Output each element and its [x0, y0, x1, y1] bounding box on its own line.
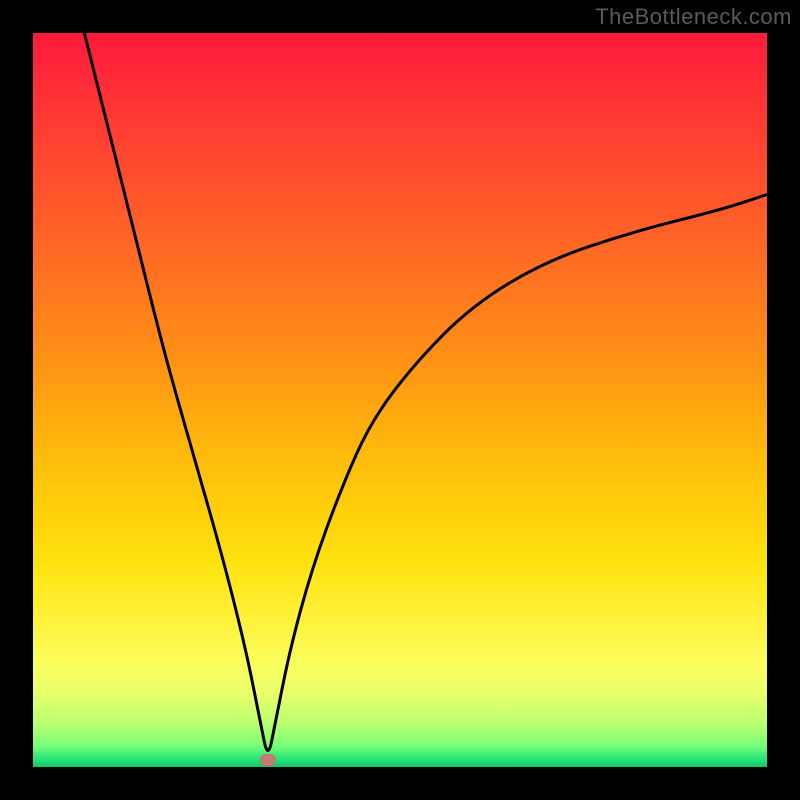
plot-area [33, 33, 767, 767]
minimum-marker [260, 754, 276, 766]
bottleneck-curve [33, 33, 767, 767]
chart-container: TheBottleneck.com [0, 0, 800, 800]
watermark-text: TheBottleneck.com [595, 4, 792, 30]
